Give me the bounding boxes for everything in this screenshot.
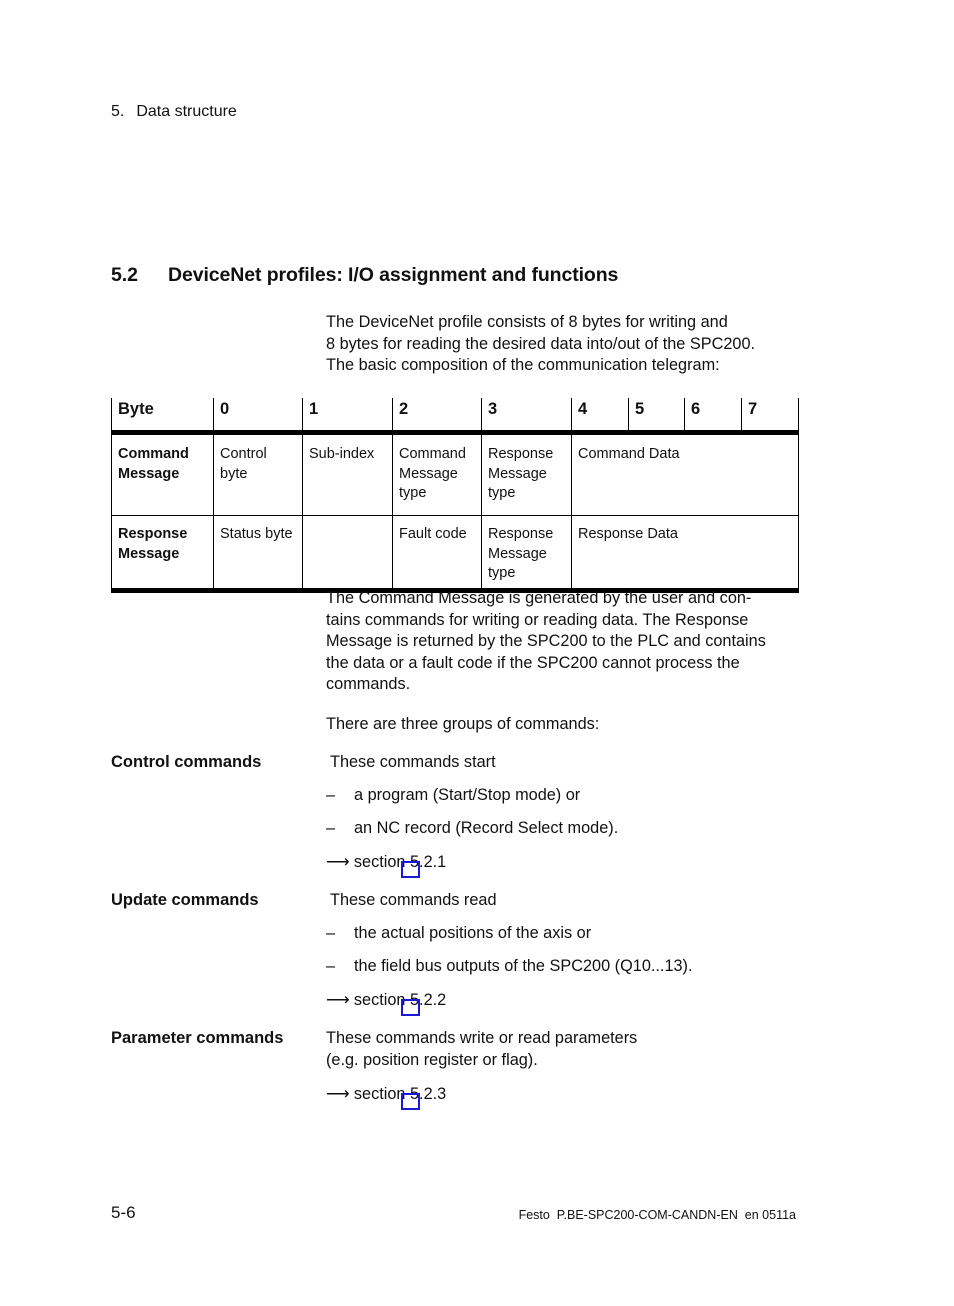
paragraph-line: commands. [326, 675, 411, 694]
link-highlight-box[interactable] [401, 861, 420, 878]
header-cell: 2 [392, 398, 482, 435]
section-number: 5.2 [111, 264, 138, 286]
table-cell: Response Data [571, 515, 799, 593]
dash-icon: – [326, 786, 336, 804]
link-highlight-box[interactable] [401, 999, 420, 1016]
dash-icon: – [326, 819, 336, 837]
section-heading: 5.2 DeviceNet profiles: I/O assignment an… [111, 264, 618, 287]
document-id: Festo P.BE-SPC200-COM-CANDN-EN en 0511a [518, 1208, 796, 1222]
table-header-row: Byte 0 1 2 3 4 5 6 7 [111, 398, 799, 435]
bullet-text: the field bus outputs of the SPC200 (Q10… [354, 957, 693, 975]
paragraph-line: tains commands for writing or reading da… [326, 610, 749, 629]
header-cell: 1 [302, 398, 393, 435]
section-link-5-2-3[interactable]: ⟶ section 5.2.3 [326, 1084, 446, 1104]
table-cell: Sub-index [302, 432, 393, 516]
header-cell: 5 [628, 398, 685, 435]
table-cell: Fault code [392, 515, 482, 593]
bullet-text: the actual positions of the axis or [354, 924, 592, 942]
bullet-text: an NC record (Record Select mode). [354, 819, 619, 837]
telegram-table: Byte 0 1 2 3 4 5 6 7 Command Message Cont… [111, 398, 799, 593]
table-cell: Command Message type [392, 432, 482, 516]
table-cell: Response Message type [481, 515, 572, 593]
chapter-title: Data structure [136, 103, 237, 120]
table-cell: Response Message type [481, 432, 572, 516]
groups-intro: There are three groups of commands: [326, 715, 600, 733]
dash-icon: – [326, 957, 336, 975]
update-commands-intro: These commands read [330, 891, 497, 909]
parameter-commands-intro-cont: (e.g. position register or flag). [326, 1051, 538, 1069]
bullet-item: – a program (Start/Stop mode) or [326, 786, 580, 805]
table-cell [302, 515, 393, 593]
parameter-commands-intro: These commands write or read parameters [326, 1029, 638, 1047]
update-commands-label: Update commands [111, 891, 259, 909]
paragraph-line: Message is returned by the SPC200 to the… [326, 632, 766, 651]
page-number: 5-6 [111, 1203, 136, 1222]
intro-paragraph: The DeviceNet profile consists of 8 byte… [326, 312, 806, 377]
header-cell: 7 [741, 398, 799, 435]
row-label: Response Message [111, 515, 214, 593]
paragraph-line: the data or a fault code if the SPC200 c… [326, 653, 740, 672]
header-cell: 6 [684, 398, 742, 435]
table-cell: Command Data [571, 432, 799, 516]
bullet-item: – the field bus outputs of the SPC200 (Q1… [326, 957, 693, 976]
section-title: DeviceNet profiles: I/O assignment and f… [168, 264, 619, 286]
intro-line: The basic composition of the communicati… [326, 356, 720, 375]
header-cell: 4 [571, 398, 629, 435]
intro-line: The DeviceNet profile consists of 8 byte… [326, 313, 728, 331]
table-row: Response Message Status byte Fault code R… [111, 515, 799, 593]
table-row: Command Message Control byte Sub-index Co… [111, 432, 799, 516]
message-description: The Command Message is generated by the … [326, 588, 806, 696]
arrow-right-icon: ⟶ [326, 991, 350, 1009]
control-commands-intro: These commands start [330, 753, 496, 771]
running-head: 5. Data structure [111, 103, 237, 121]
parameter-commands-label: Parameter commands [111, 1029, 284, 1047]
header-cell: 3 [481, 398, 572, 435]
row-label: Command Message [111, 432, 214, 516]
intro-line: 8 bytes for reading the desired data int… [326, 334, 756, 353]
section-link-5-2-1[interactable]: ⟶ section 5.2.1 [326, 852, 446, 872]
header-cell: 0 [213, 398, 303, 435]
table-cell: Status byte [213, 515, 303, 593]
section-link-5-2-2[interactable]: ⟶ section 5.2.2 [326, 990, 446, 1010]
dash-icon: – [326, 924, 336, 942]
table-cell: Control byte [213, 432, 303, 516]
chapter-number: 5. [111, 103, 125, 120]
bullet-text: a program (Start/Stop mode) or [354, 786, 581, 804]
header-cell-byte: Byte [111, 398, 214, 435]
bullet-item: – the actual positions of the axis or [326, 924, 591, 943]
link-highlight-box[interactable] [401, 1093, 420, 1110]
bullet-item: – an NC record (Record Select mode). [326, 819, 618, 838]
paragraph-line: The Command Message is generated by the … [326, 589, 752, 607]
arrow-right-icon: ⟶ [326, 1085, 350, 1103]
arrow-right-icon: ⟶ [326, 853, 350, 871]
control-commands-label: Control commands [111, 753, 262, 771]
